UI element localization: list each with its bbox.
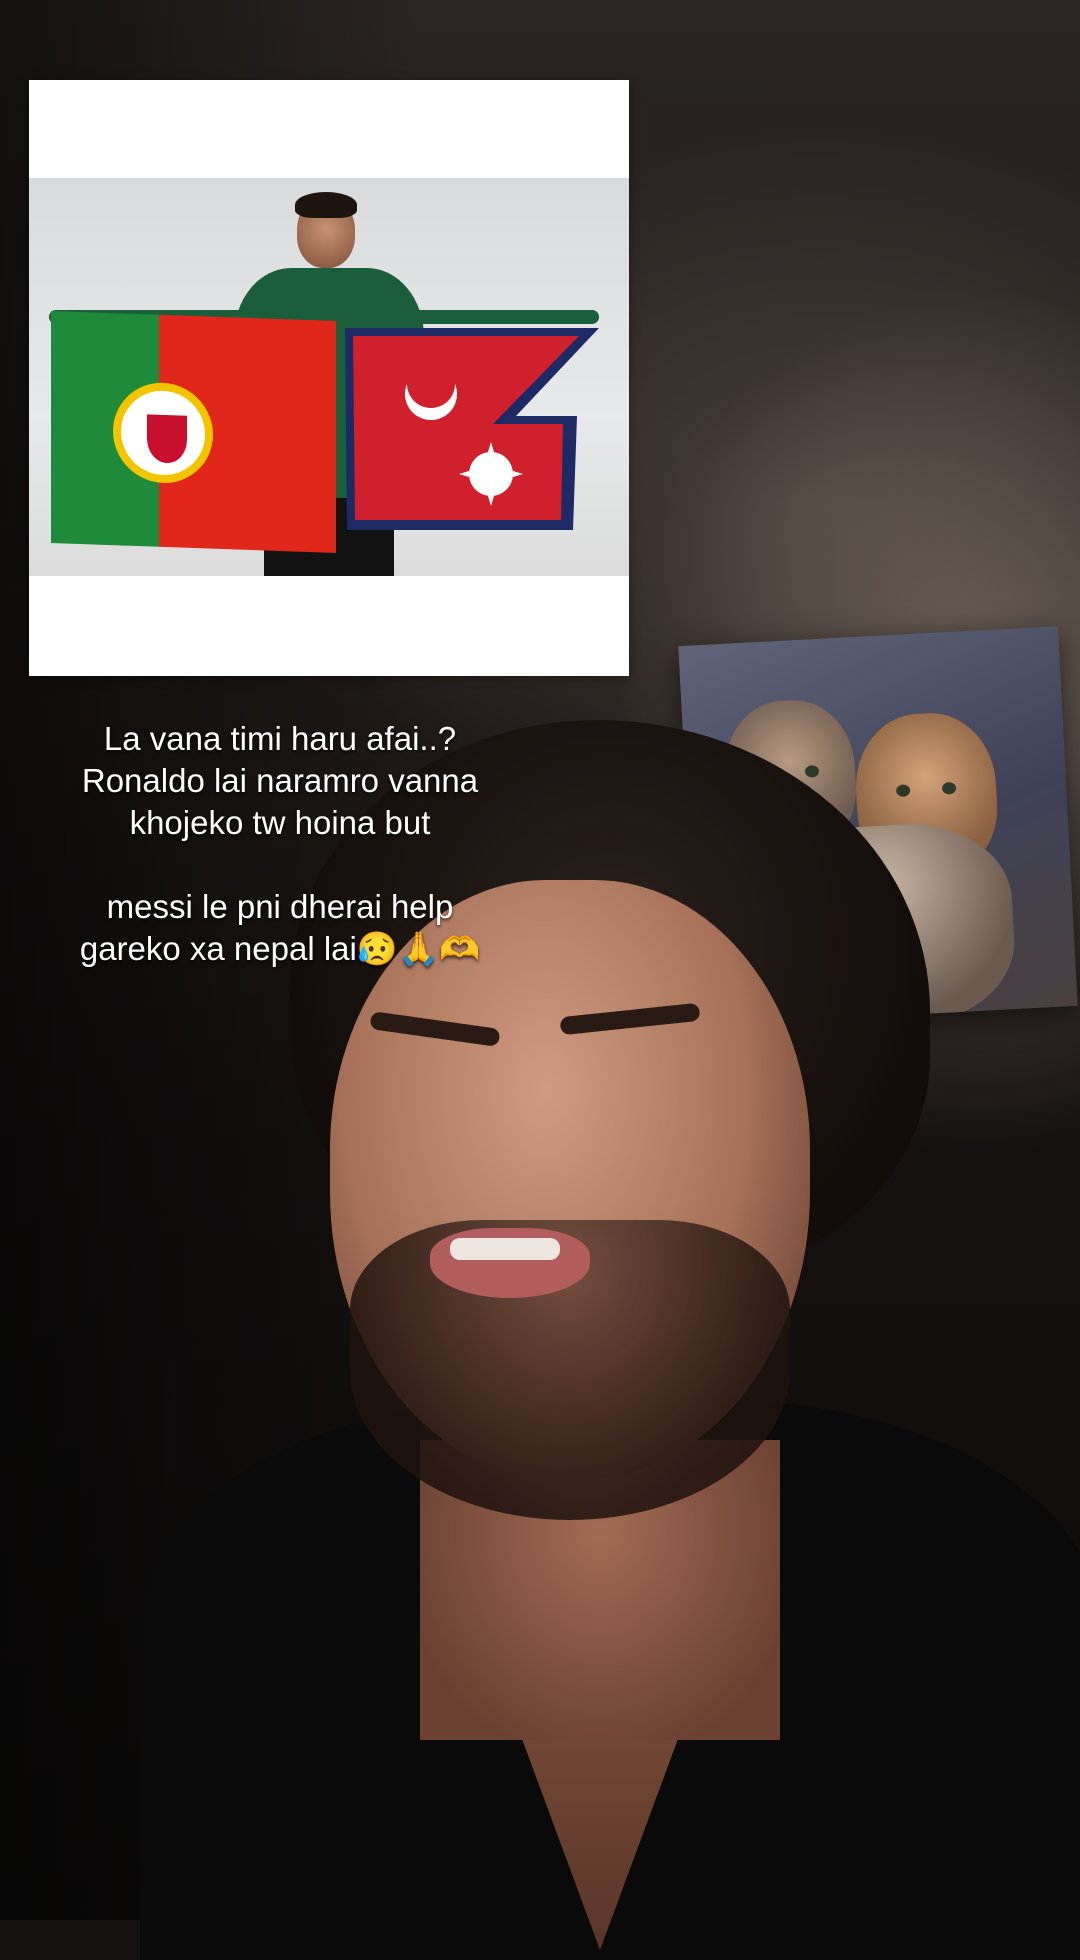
- portugal-shield-icon: [143, 410, 191, 468]
- nepal-flag: [341, 324, 603, 538]
- caption-line-4: messi le pni dherai help: [106, 888, 454, 925]
- cat-eye: [895, 784, 911, 797]
- inset-photo-card: [29, 80, 629, 676]
- ronaldo-flags-photo: [29, 178, 629, 576]
- caption-line-2: Ronaldo lai naramro vanna: [81, 762, 479, 799]
- player-hair: [295, 192, 357, 218]
- portugal-flag: [51, 311, 336, 553]
- caption-line-3: khojeko tw hoina but: [129, 804, 431, 841]
- cat-eye: [804, 765, 820, 778]
- cat-eye: [941, 781, 957, 795]
- nepal-flag-icon: [345, 328, 599, 530]
- right-arm: [409, 310, 599, 324]
- caption-line-1: La vana timi haru afai..?: [103, 720, 457, 757]
- caption-overlay: La vana timi haru afai..? Ronaldo lai na…: [0, 718, 560, 970]
- teeth: [450, 1238, 560, 1260]
- caption-line-5: gareko xa nepal lai😥🙏🫶: [79, 930, 481, 967]
